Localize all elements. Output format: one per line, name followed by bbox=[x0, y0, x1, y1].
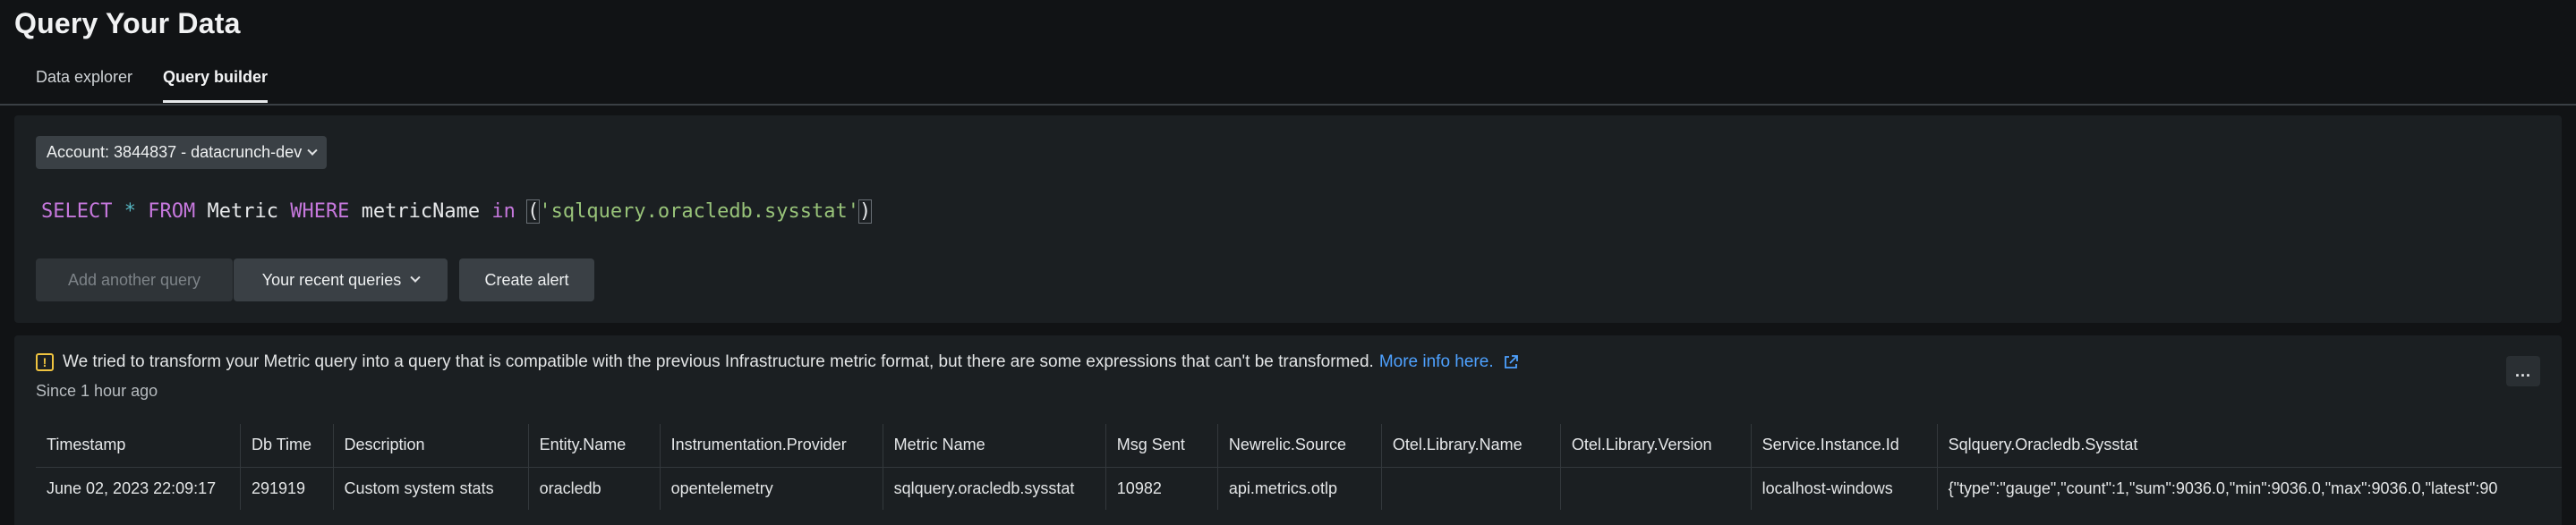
nrql-field: metricName bbox=[361, 200, 481, 223]
table-cell: localhost-windows bbox=[1751, 467, 1938, 510]
page-title: Query Your Data bbox=[14, 7, 241, 39]
more-options-button[interactable]: ... bbox=[2506, 356, 2540, 386]
column-header[interactable]: Service.Instance.Id bbox=[1751, 424, 1938, 468]
table-cell bbox=[1560, 467, 1752, 510]
nrql-where-keyword: WHERE bbox=[290, 200, 350, 223]
time-range-label: Since 1 hour ago bbox=[36, 382, 158, 400]
results-table: Timestamp Db Time Description Entity.Nam… bbox=[36, 424, 2562, 510]
column-header[interactable]: Instrumentation.Provider bbox=[660, 424, 883, 468]
column-header[interactable]: Msg Sent bbox=[1105, 424, 1218, 468]
query-panel: Account: 3844837 - datacrunch-dev SELECT… bbox=[14, 115, 2562, 323]
table-cell: oracledb bbox=[528, 467, 661, 510]
column-header[interactable]: Otel.Library.Version bbox=[1560, 424, 1752, 468]
transform-warning: ! We tried to transform your Metric quer… bbox=[36, 352, 1519, 372]
column-header[interactable]: Metric Name bbox=[883, 424, 1106, 468]
chevron-down-icon bbox=[307, 145, 318, 156]
table-cell: Custom system stats bbox=[333, 467, 529, 510]
account-selector[interactable]: Account: 3844837 - datacrunch-dev bbox=[36, 136, 328, 169]
column-header[interactable]: Timestamp bbox=[36, 424, 241, 468]
nrql-in-keyword: in bbox=[491, 200, 516, 223]
column-header[interactable]: Otel.Library.Name bbox=[1381, 424, 1561, 468]
external-link-icon[interactable] bbox=[1503, 354, 1519, 370]
table-header-row: Timestamp Db Time Description Entity.Nam… bbox=[36, 424, 2562, 468]
table-row: June 02, 2023 22:09:17 291919 Custom sys… bbox=[36, 467, 2562, 510]
create-alert-button[interactable]: Create alert bbox=[459, 258, 594, 301]
nrql-select-keyword: SELECT bbox=[41, 200, 113, 223]
table-cell: June 02, 2023 22:09:17 bbox=[36, 467, 241, 510]
tab-query-builder[interactable]: Query builder bbox=[163, 68, 269, 103]
account-label: Account: 3844837 - datacrunch-dev bbox=[47, 143, 303, 161]
tab-data-explorer[interactable]: Data explorer bbox=[36, 68, 132, 87]
chevron-down-icon bbox=[410, 272, 421, 283]
column-header[interactable]: Newrelic.Source bbox=[1217, 424, 1382, 468]
recent-queries-button[interactable]: Your recent queries bbox=[234, 258, 448, 301]
recent-queries-label: Your recent queries bbox=[261, 270, 402, 289]
warning-text: We tried to transform your Metric query … bbox=[63, 352, 1374, 371]
tab-bar: Data explorer Query builder bbox=[0, 54, 2576, 106]
column-header[interactable]: Description bbox=[333, 424, 529, 468]
column-header[interactable]: Entity.Name bbox=[528, 424, 661, 468]
nrql-from-keyword: FROM bbox=[148, 200, 196, 223]
table-cell: sqlquery.oracledb.sysstat bbox=[883, 467, 1106, 510]
table-cell: 291919 bbox=[240, 467, 334, 510]
nrql-value: 'sqlquery.oracledb.sysstat' bbox=[539, 200, 860, 223]
column-header[interactable]: Sqlquery.Oracledb.Sysstat bbox=[1937, 424, 2562, 468]
nrql-close-paren: ) bbox=[857, 199, 873, 224]
nrql-star: * bbox=[124, 200, 136, 223]
nrql-editor[interactable]: SELECT * FROM Metric WHERE metricName in… bbox=[41, 199, 873, 224]
nrql-table: Metric bbox=[207, 200, 278, 223]
column-header[interactable]: Db Time bbox=[240, 424, 334, 468]
table-cell: 10982 bbox=[1105, 467, 1218, 510]
table-cell bbox=[1381, 467, 1561, 510]
more-info-link[interactable]: More info here. bbox=[1379, 352, 1494, 372]
table-cell: api.metrics.otlp bbox=[1217, 467, 1382, 510]
nrql-open-paren: ( bbox=[526, 199, 541, 224]
warning-icon: ! bbox=[36, 353, 54, 371]
results-panel: ! We tried to transform your Metric quer… bbox=[14, 335, 2562, 525]
table-cell: {"type":"gauge","count":1,"sum":9036.0,"… bbox=[1948, 478, 2498, 497]
table-cell: opentelemetry bbox=[660, 467, 883, 510]
add-another-query-button[interactable]: Add another query bbox=[36, 258, 233, 301]
